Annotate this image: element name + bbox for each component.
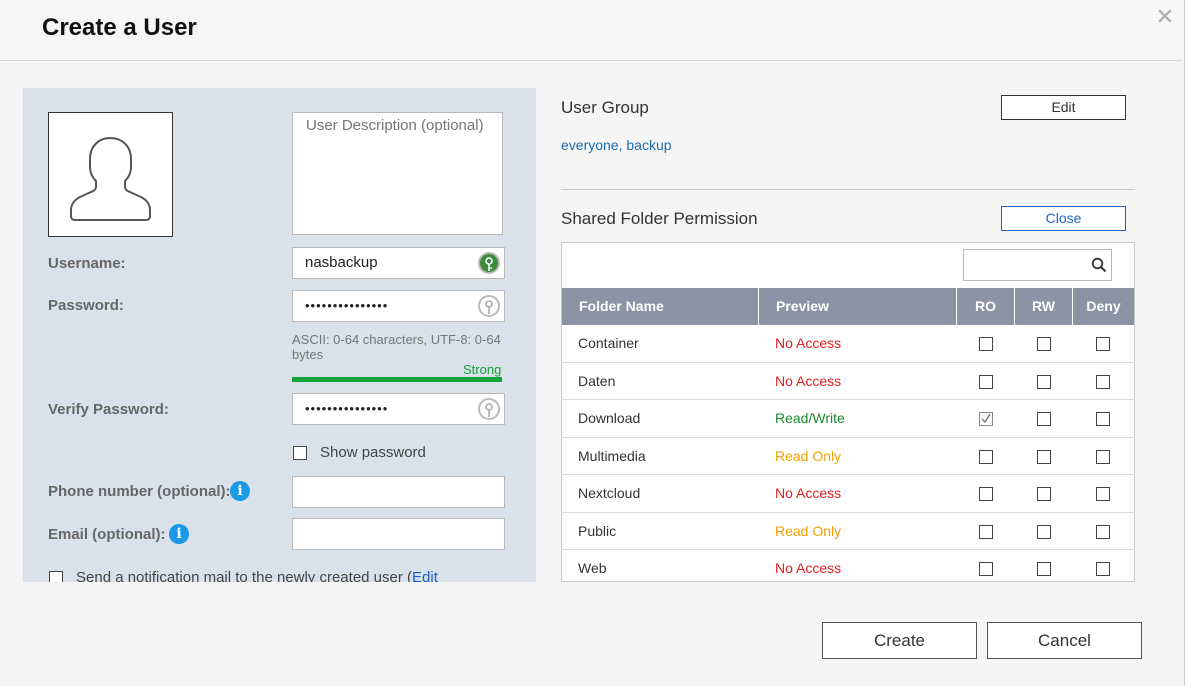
rw-checkbox[interactable] [1037,562,1051,576]
notify-edit-link[interactable]: Edit [412,569,438,582]
check-icon [981,413,991,424]
notify-row: Send a notification mail to the newly cr… [76,569,438,582]
notify-label: Send a notification mail to the newly cr… [76,569,413,582]
header-preview[interactable]: Preview [759,288,957,325]
password-strength-label: Strong [463,362,502,377]
header-rw[interactable]: RW [1015,288,1073,325]
verify-password-label: Verify Password: [48,401,169,418]
table-row: Public Read Only [562,513,1134,550]
ro-checkbox[interactable] [979,337,993,351]
folder-name: Web [578,560,607,576]
password-hint: ASCII: 0-64 characters, UTF-8: 0-64 byte… [292,332,501,362]
close-icon[interactable]: ✕ [1152,4,1178,30]
verify-password-input[interactable]: ••••••••••••••• [292,393,505,425]
username-input[interactable]: nasbackup [292,247,505,279]
phone-input[interactable] [292,476,505,508]
deny-checkbox[interactable] [1096,487,1110,501]
preview-status: No Access [775,335,842,351]
ro-checkbox[interactable] [979,524,993,539]
preview-status: No Access [775,372,842,389]
header-ro[interactable]: RO [957,288,1015,325]
deny-checkbox[interactable] [1096,562,1110,576]
preview-status: Read Only [775,522,842,539]
table-row: Download Read/Write [562,400,1134,438]
rw-checkbox[interactable] [1037,374,1051,389]
dialog-title: Create a User [42,14,197,41]
folder-name: Container [578,335,639,351]
preview-status: Read Only [775,447,842,464]
folder-name: Nextcloud [578,485,641,501]
rw-checkbox[interactable] [1037,487,1051,501]
rw-checkbox[interactable] [1037,449,1051,464]
table-row: Daten No Access [562,363,1134,400]
folder-search-input[interactable] [963,249,1112,281]
folder-name: Download [578,410,641,426]
password-value: ••••••••••••••• [305,298,389,313]
deny-checkbox[interactable] [1096,449,1110,464]
create-button[interactable]: Create [822,622,977,659]
search-icon[interactable] [1091,257,1107,273]
preview-status: Read/Write [775,410,845,426]
preview-status: No Access [775,560,842,576]
folder-name: Daten [578,372,616,389]
user-info-panel: Username: nasbackup Password: ••••••••••… [23,88,536,582]
key-icon[interactable] [478,295,500,317]
deny-checkbox[interactable] [1096,337,1110,351]
table-row: Web No Access [562,550,1134,581]
permission-table: Folder Name Preview RO RW Deny Container… [561,242,1135,582]
rw-checkbox[interactable] [1037,412,1051,426]
table-header: Folder Name Preview RO RW Deny [562,288,1134,325]
password-label: Password: [48,297,124,314]
password-input[interactable]: ••••••••••••••• [292,290,505,322]
deny-checkbox[interactable] [1096,524,1110,539]
rw-checkbox[interactable] [1037,337,1051,351]
email-label: Email (optional): [48,526,166,543]
show-password-checkbox[interactable] [293,446,307,460]
ro-checkbox[interactable] [979,562,993,576]
table-row: Multimedia Read Only [562,438,1134,475]
user-silhouette-icon [70,136,151,221]
avatar[interactable] [48,112,173,237]
folder-name: Public [578,522,617,539]
ro-checkbox[interactable] [979,487,993,501]
edit-group-button[interactable]: Edit [1001,95,1126,120]
section-divider [561,189,1135,190]
ro-checkbox[interactable] [979,374,993,389]
user-groups-value[interactable]: everyone, backup [561,137,672,153]
table-row: Container No Access [562,325,1134,363]
user-group-title: User Group [561,98,649,117]
username-value: nasbackup [305,254,378,271]
password-strength-bar [292,377,502,382]
header-deny[interactable]: Deny [1073,288,1134,325]
verify-password-value: ••••••••••••••• [305,401,389,416]
table-row: Nextcloud No Access [562,475,1134,513]
window-edge [1184,0,1189,686]
deny-checkbox[interactable] [1096,374,1110,389]
shared-folder-title: Shared Folder Permission [561,209,758,228]
deny-checkbox[interactable] [1096,412,1110,426]
username-label: Username: [48,255,126,272]
email-input[interactable] [292,518,505,550]
close-permission-button[interactable]: Close [1001,206,1126,231]
notify-checkbox[interactable] [49,571,63,582]
preview-status: No Access [775,485,842,501]
folder-name: Multimedia [578,447,646,464]
ro-checkbox[interactable] [979,412,993,426]
key-icon[interactable] [478,398,500,420]
user-description-input[interactable] [292,112,503,235]
header-folder-name[interactable]: Folder Name [562,288,759,325]
cancel-button[interactable]: Cancel [987,622,1142,659]
info-icon[interactable]: i [230,481,250,501]
phone-label: Phone number (optional): [48,483,231,500]
rw-checkbox[interactable] [1037,524,1051,539]
key-icon [478,252,500,274]
ro-checkbox[interactable] [979,449,993,464]
show-password-label: Show password [320,444,426,461]
info-icon[interactable]: i [169,524,189,544]
